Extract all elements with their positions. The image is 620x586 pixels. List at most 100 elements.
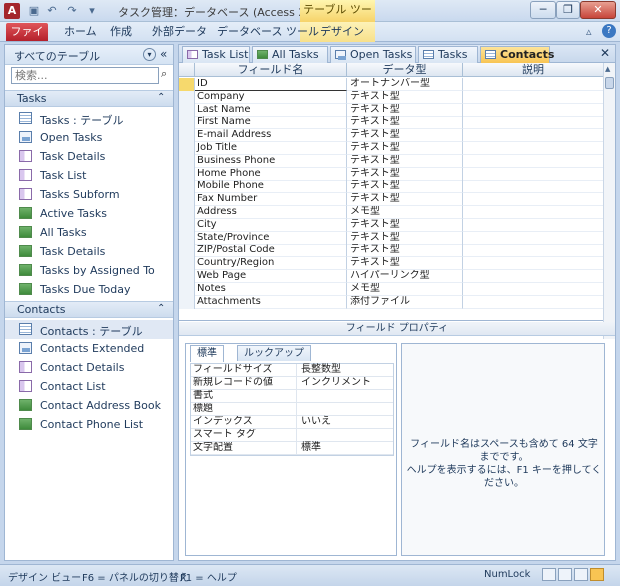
row-selector[interactable] (179, 282, 195, 296)
description-cell[interactable] (463, 193, 603, 207)
field-property-row[interactable]: 書式 (191, 390, 393, 403)
scroll-thumb[interactable] (605, 77, 614, 89)
nav-group-contacts[interactable]: Contacts ⌃ (5, 301, 173, 318)
nav-item[interactable]: Task List (5, 166, 173, 185)
row-selector[interactable] (179, 257, 195, 271)
field-property-value[interactable]: いいえ (301, 416, 331, 428)
description-cell[interactable] (463, 257, 603, 271)
nav-group-tasks[interactable]: Tasks ⌃ (5, 90, 173, 107)
data-type-cell[interactable]: テキスト型 (347, 116, 463, 130)
nav-menu-icon[interactable]: ▾ (143, 48, 156, 61)
grid-vertical-scrollbar[interactable]: ▲ ▼ (603, 63, 615, 339)
field-name-cell[interactable]: Last Name (195, 103, 347, 117)
description-cell[interactable] (463, 244, 603, 258)
data-type-cell[interactable]: テキスト型 (347, 103, 463, 117)
data-type-cell[interactable]: テキスト型 (347, 167, 463, 181)
field-name-cell[interactable]: Mobile Phone (195, 180, 347, 194)
data-type-cell[interactable]: テキスト型 (347, 244, 463, 258)
pivotchart-view-icon[interactable] (574, 568, 588, 581)
nav-item[interactable]: Tasks by Assigned To (5, 261, 173, 280)
access-app-icon[interactable]: A (4, 3, 20, 19)
row-selector[interactable] (179, 103, 195, 117)
data-type-cell[interactable]: テキスト型 (347, 257, 463, 271)
nav-item[interactable]: Tasks : テーブル (5, 109, 173, 128)
row-selector[interactable] (179, 218, 195, 232)
data-type-cell[interactable]: テキスト型 (347, 154, 463, 168)
row-selector[interactable] (179, 231, 195, 245)
row-selector[interactable] (179, 90, 195, 104)
redo-icon[interactable]: ↷ (64, 3, 80, 19)
description-cell[interactable] (463, 270, 603, 283)
datasheet-view-icon[interactable] (542, 568, 556, 581)
data-type-cell[interactable]: ハイパーリンク型 (347, 270, 463, 283)
row-selector[interactable] (179, 116, 195, 130)
close-button[interactable]: ✕ (580, 1, 616, 19)
row-selector[interactable] (179, 270, 195, 283)
field-name-cell[interactable]: City (195, 218, 347, 232)
description-cell[interactable] (463, 91, 603, 104)
field-name-cell[interactable]: Country/Region (195, 257, 347, 271)
description-cell[interactable] (463, 142, 603, 155)
nav-title[interactable]: すべてのテーブル (14, 48, 100, 64)
description-cell[interactable] (463, 296, 603, 309)
row-selector[interactable] (179, 206, 195, 219)
field-name-cell[interactable]: ID (195, 78, 347, 91)
description-cell[interactable] (463, 104, 603, 117)
customize-toolbar-icon[interactable]: ▾ (84, 3, 100, 19)
row-selector[interactable] (179, 142, 195, 155)
help-icon[interactable]: ? (602, 24, 616, 38)
data-type-cell[interactable]: テキスト型 (347, 142, 463, 155)
field-name-cell[interactable]: Notes (195, 282, 347, 296)
tab-general[interactable]: 標準 (190, 345, 224, 362)
field-property-row[interactable]: スマート タグ (191, 429, 393, 442)
nav-item[interactable]: Contact Address Book (5, 396, 173, 415)
description-cell[interactable] (463, 116, 603, 130)
search-icon[interactable]: ⌕ (161, 67, 167, 81)
nav-item[interactable]: Contact Phone List (5, 415, 173, 434)
nav-item[interactable]: Contact Details (5, 358, 173, 377)
data-type-cell[interactable]: テキスト型 (347, 90, 463, 104)
tab-external-data[interactable]: 外部データ (152, 24, 207, 40)
nav-item[interactable]: Task Details (5, 147, 173, 166)
nav-item[interactable]: Contacts : テーブル (5, 320, 173, 339)
row-selector[interactable] (179, 244, 195, 258)
field-property-row[interactable]: 標題 (191, 403, 393, 416)
field-property-row[interactable]: 文字配置 標準 (191, 442, 393, 455)
data-type-cell[interactable]: メモ型 (347, 206, 463, 219)
field-name-cell[interactable]: Company (195, 90, 347, 104)
row-selector[interactable] (179, 167, 195, 181)
field-property-row[interactable]: 新規レコードの値 インクリメント (191, 377, 393, 390)
nav-item[interactable]: Open Tasks (5, 128, 173, 147)
primary-key-selector[interactable] (179, 78, 195, 91)
row-selector[interactable] (179, 154, 195, 168)
undo-icon[interactable]: ↶ (44, 3, 60, 19)
nav-search-input[interactable] (11, 67, 159, 84)
data-type-cell[interactable]: テキスト型 (347, 231, 463, 245)
nav-item[interactable]: Contacts Extended (5, 339, 173, 358)
nav-item[interactable]: Tasks Subform (5, 185, 173, 204)
field-property-value[interactable]: 長整数型 (301, 364, 341, 376)
doc-tab-contacts[interactable]: Contacts (480, 46, 554, 63)
nav-item[interactable]: Task Details (5, 242, 173, 261)
tab-lookup[interactable]: ルックアップ (237, 345, 311, 361)
collapse-group-icon[interactable]: ⌃ (157, 92, 165, 103)
field-name-cell[interactable]: Fax Number (195, 193, 347, 207)
row-selector[interactable] (179, 193, 195, 207)
field-name-cell[interactable]: Attachments (195, 295, 347, 309)
field-property-value[interactable]: インクリメント (301, 377, 371, 389)
description-cell[interactable] (463, 219, 603, 232)
row-selector[interactable] (179, 295, 195, 309)
field-name-cell[interactable]: State/Province (195, 231, 347, 245)
ribbon-minimize-icon[interactable]: ▵ (586, 24, 592, 40)
field-property-row[interactable]: フィールドサイズ 長整数型 (191, 364, 393, 377)
data-type-cell[interactable]: オートナンバー型 (347, 78, 463, 91)
data-type-cell[interactable]: テキスト型 (347, 218, 463, 232)
nav-collapse-icon[interactable]: « (160, 47, 167, 61)
data-type-cell[interactable]: テキスト型 (347, 193, 463, 207)
field-property-value[interactable]: 標準 (301, 442, 321, 454)
nav-item[interactable]: All Tasks (5, 223, 173, 242)
field-name-cell[interactable]: Job Title (195, 142, 347, 155)
data-type-cell[interactable]: テキスト型 (347, 129, 463, 143)
field-name-cell[interactable]: Address (195, 206, 347, 219)
tab-database-tools[interactable]: データベース ツール (217, 24, 319, 40)
